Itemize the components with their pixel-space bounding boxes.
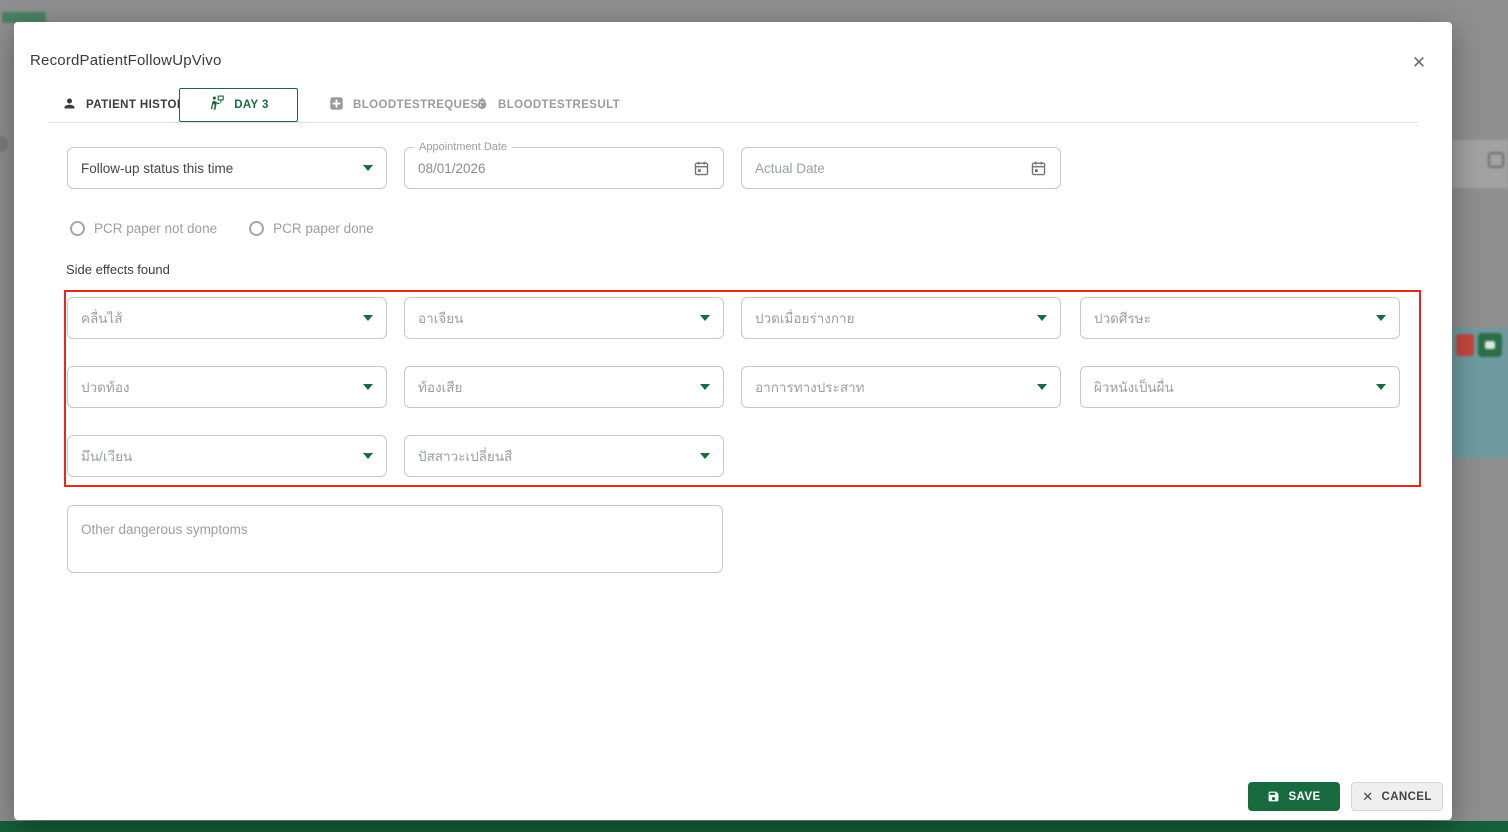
blood-drop-icon	[475, 96, 489, 114]
select-placeholder: คลื่นไส้	[81, 311, 123, 326]
chevron-down-icon	[700, 453, 710, 459]
chevron-down-icon	[700, 315, 710, 321]
side-effect-select-body-ache[interactable]: ปวดเมื่อยร่างกาย	[741, 297, 1061, 339]
actual-date-placeholder: Actual Date	[755, 160, 825, 176]
chevron-down-icon	[1376, 315, 1386, 321]
record-patient-follow-up-modal: RecordPatientFollowUpVivo ✕ PATIENT HIST…	[14, 22, 1452, 820]
modal-title: RecordPatientFollowUpVivo	[30, 52, 222, 69]
chevron-down-icon	[1376, 384, 1386, 390]
save-button[interactable]: SAVE	[1248, 782, 1340, 811]
actual-date-field[interactable]: Actual Date	[741, 147, 1061, 189]
radio-circle-icon	[249, 221, 265, 236]
side-effect-select-nausea[interactable]: คลื่นไส้	[67, 297, 387, 339]
chevron-down-icon	[1037, 384, 1047, 390]
side-effect-select-headache[interactable]: ปวดศีรษะ	[1080, 297, 1400, 339]
radio-label: PCR paper done	[273, 221, 374, 236]
side-effect-select-vomiting[interactable]: อาเจียน	[404, 297, 724, 339]
tab-blood-test-request[interactable]: BLOODTESTREQUEST	[329, 88, 486, 122]
select-placeholder: ปวดเมื่อยร่างกาย	[755, 311, 855, 326]
walking-person-icon	[208, 95, 225, 115]
tab-blood-test-result[interactable]: BLOODTESTRESULT	[475, 88, 620, 122]
chevron-down-icon	[700, 384, 710, 390]
tab-day-3[interactable]: DAY 3	[179, 88, 298, 122]
side-effect-select-diarrhea[interactable]: ท้องเสีย	[404, 366, 724, 408]
radio-circle-icon	[70, 221, 85, 236]
side-effect-select-dizziness[interactable]: มึน/เวียน	[67, 435, 387, 477]
chevron-down-icon	[363, 165, 373, 171]
select-placeholder: ปวดศีรษะ	[1094, 311, 1151, 326]
calendar-icon[interactable]	[693, 160, 710, 177]
other-dangerous-symptoms-input[interactable]	[67, 505, 723, 573]
radio-label: PCR paper not done	[94, 221, 218, 236]
select-placeholder: อาการทางประสาท	[755, 380, 865, 395]
add-box-icon	[329, 96, 344, 114]
cancel-x-icon: ✕	[1362, 788, 1374, 804]
calendar-icon[interactable]	[1030, 160, 1047, 177]
side-effect-select-urine-color[interactable]: ปัสสาวะเปลี่ยนสี	[404, 435, 724, 477]
save-floppy-icon	[1267, 790, 1280, 803]
save-button-label: SAVE	[1288, 790, 1321, 803]
background-circle-hint	[0, 136, 8, 152]
select-placeholder: ท้องเสีย	[418, 380, 463, 395]
select-placeholder: อาเจียน	[418, 311, 464, 326]
chevron-down-icon	[1037, 315, 1047, 321]
select-placeholder: ปวดท้อง	[81, 380, 130, 395]
tab-label: BLOODTESTRESULT	[498, 99, 621, 111]
side-effects-section-label: Side effects found	[66, 262, 170, 277]
side-effect-select-skin-rash[interactable]: ผิวหนังเป็นผื่น	[1080, 366, 1400, 408]
follow-up-status-select[interactable]: Follow-up status this time	[67, 147, 387, 189]
chevron-down-icon	[363, 315, 373, 321]
page-footer-bar	[0, 821, 1508, 832]
radio-pcr-done[interactable]: PCR paper done	[249, 221, 374, 236]
tab-label: BLOODTESTREQUEST	[353, 99, 486, 111]
cancel-button-label: CANCEL	[1381, 790, 1432, 803]
appointment-date-value: 08/01/2026	[418, 160, 486, 176]
chevron-down-icon	[363, 384, 373, 390]
select-placeholder: ผิวหนังเป็นผื่น	[1094, 380, 1174, 395]
cancel-button[interactable]: ✕ CANCEL	[1351, 782, 1443, 811]
close-icon[interactable]: ✕	[1406, 50, 1432, 76]
follow-up-status-label: Follow-up status this time	[81, 160, 234, 176]
pcr-radio-group: PCR paper not done PCR paper done	[70, 221, 374, 236]
side-effect-select-stomach-ache[interactable]: ปวดท้อง	[67, 366, 387, 408]
tab-label: DAY 3	[234, 99, 269, 111]
background-calendar-icon	[1488, 152, 1504, 168]
person-icon	[62, 96, 77, 114]
select-placeholder: มึน/เวียน	[81, 449, 133, 464]
tab-bar: PATIENT HISTORY DAY 3 BLOODTESTREQUEST B…	[48, 88, 1418, 123]
appointment-date-label: Appointment Date	[414, 140, 513, 154]
select-placeholder: ปัสสาวะเปลี่ยนสี	[418, 449, 513, 464]
tab-patient-history[interactable]: PATIENT HISTORY	[62, 88, 193, 122]
appointment-date-field[interactable]: Appointment Date 08/01/2026	[404, 140, 724, 189]
tab-label: PATIENT HISTORY	[86, 99, 194, 111]
background-delete-button-hint	[1456, 334, 1474, 356]
chevron-down-icon	[363, 453, 373, 459]
background-action-button-hint	[1478, 333, 1502, 357]
radio-pcr-not-done[interactable]: PCR paper not done	[70, 221, 217, 236]
side-effect-select-neurological[interactable]: อาการทางประสาท	[741, 366, 1061, 408]
